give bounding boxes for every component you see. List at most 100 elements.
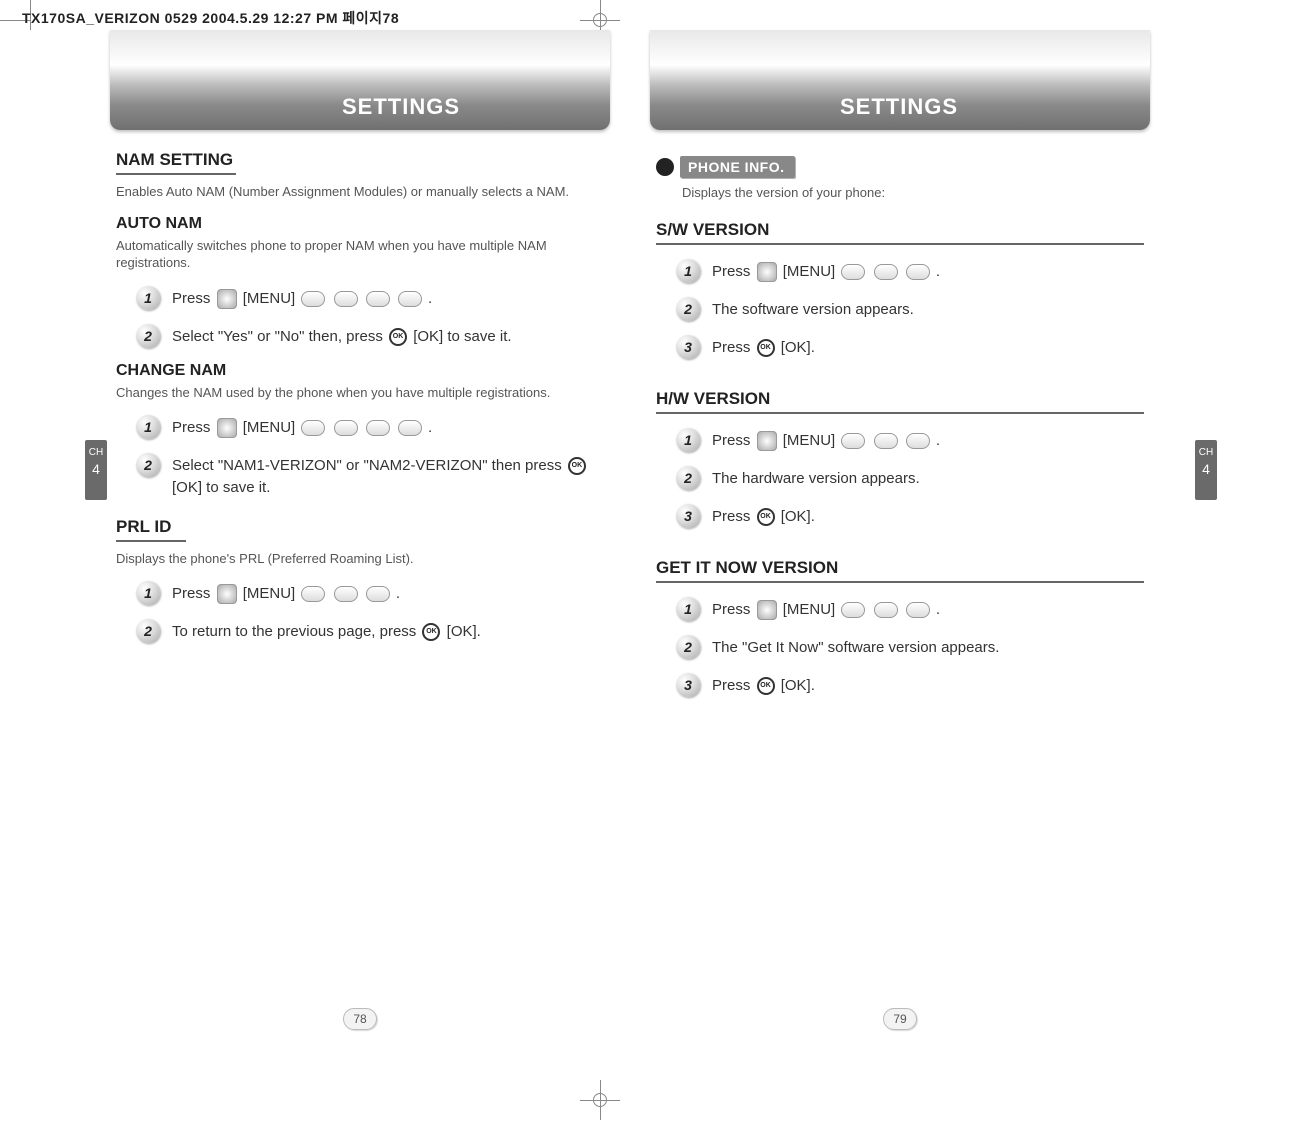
section-get-it-now-title: GET IT NOW VERSION [656,558,1144,583]
step-number-badge: 1 [676,259,700,283]
softkey-icon [874,264,898,280]
step-number-badge: 1 [136,581,160,605]
step-word: . [428,419,432,436]
step-text: Press [MENU] . [712,259,940,283]
step-word: [OK] to save it. [172,479,270,496]
step-number-badge: 2 [676,635,700,659]
phone-info-tag: PHONE INFO. [656,156,795,178]
section-hw-version-title: H/W VERSION [656,389,1144,414]
step-word: . [936,263,940,280]
list-item: 2 To return to the previous page, press … [136,619,604,643]
step-text: The software version appears. [712,297,914,321]
softkey-icon [906,264,930,280]
section-auto-nam-desc: Automatically switches phone to proper N… [116,237,604,272]
banner-title: SETTINGS [110,94,610,120]
softkey-icon [301,420,325,436]
ok-key-icon: OK [757,677,775,695]
step-word: Press [172,585,210,602]
list-item: 3 Press OK [OK]. [676,673,1144,697]
step-word: Select "Yes" or "No" then, press [172,328,383,345]
step-number-badge: 3 [676,673,700,697]
step-number-badge: 1 [136,415,160,439]
bullet-icon [656,158,674,176]
step-word: [MENU] [783,263,836,280]
step-text: Press [MENU] . [172,286,432,310]
step-text: Press OK [OK]. [712,335,815,359]
softkey-icon [841,433,865,449]
manual-page-left: SETTINGS NAM SETTING Enables Auto NAM (N… [110,30,610,1030]
softkey-icon [874,602,898,618]
step-word: Press [712,432,750,449]
step-word: [MENU] [243,290,296,307]
step-word: [MENU] [783,432,836,449]
page-number: 79 [883,1008,917,1030]
chapter-label: CH [1195,446,1217,459]
registration-mark-icon [580,1080,620,1120]
step-text: Press [MENU] . [712,428,940,452]
softkey-icon [398,420,422,436]
step-text: Press [MENU] . [172,581,400,605]
step-word: Press [172,290,210,307]
page-banner: SETTINGS [650,30,1150,130]
softkey-icon [334,586,358,602]
step-text: Press [MENU] . [172,415,432,439]
step-number-badge: 2 [136,619,160,643]
step-word: [OK]. [781,339,815,356]
step-number-badge: 1 [676,428,700,452]
ok-key-icon: OK [757,339,775,357]
nav-key-icon [757,262,777,282]
step-word: Press [712,601,750,618]
step-number-badge: 2 [676,466,700,490]
softkey-icon [874,433,898,449]
list-item: 2 The software version appears. [676,297,1144,321]
nav-key-icon [217,584,237,604]
section-change-nam-title: CHANGE NAM [116,362,604,380]
step-word: [MENU] [243,585,296,602]
step-text: Press [MENU] . [712,597,940,621]
step-word: Press [712,677,750,694]
step-word: . [428,290,432,307]
step-text: Press OK [OK]. [712,673,815,697]
softkey-icon [334,291,358,307]
softkey-icon [334,420,358,436]
list-item: 2 The hardware version appears. [676,466,1144,490]
step-text: The hardware version appears. [712,466,920,490]
ok-key-icon: OK [757,508,775,526]
step-word: [OK]. [781,677,815,694]
section-prl-id-title: PRL ID [116,517,186,542]
step-number-badge: 3 [676,335,700,359]
nav-key-icon [757,431,777,451]
ok-key-icon: OK [422,623,440,641]
list-item: 1 Press [MENU] . [676,428,1144,452]
step-word: Press [172,419,210,436]
list-item: 3 Press OK [OK]. [676,335,1144,359]
list-item: 1 Press [MENU] . [136,581,604,605]
ok-key-icon: OK [389,328,407,346]
manual-page-right: SETTINGS PHONE INFO. Displays the versio… [650,30,1150,1030]
step-text: To return to the previous page, press OK… [172,619,481,643]
list-item: 2 The "Get It Now" software version appe… [676,635,1144,659]
chapter-label: CH [85,446,107,459]
step-text: Select "NAM1-VERIZON" or "NAM2-VERIZON" … [172,453,604,499]
step-number-badge: 2 [136,324,160,348]
chapter-tab-left: CH 4 [85,440,107,500]
ok-key-icon: OK [568,457,586,475]
step-word: Select "NAM1-VERIZON" or "NAM2-VERIZON" … [172,457,562,474]
softkey-icon [398,291,422,307]
list-item: 2 Select "Yes" or "No" then, press OK [O… [136,324,604,348]
section-nam-setting-title: NAM SETTING [116,150,236,175]
section-prl-id-desc: Displays the phone's PRL (Preferred Roam… [116,550,604,568]
step-word: To return to the previous page, press [172,623,416,640]
step-word: Press [712,263,750,280]
nav-key-icon [217,418,237,438]
section-nam-setting-desc: Enables Auto NAM (Number Assignment Modu… [116,183,604,201]
step-text: Select "Yes" or "No" then, press OK [OK]… [172,324,512,348]
chapter-number: 4 [85,463,107,476]
step-word: Press [712,339,750,356]
page-number: 78 [343,1008,377,1030]
step-word: . [936,601,940,618]
softkey-icon [301,586,325,602]
softkey-icon [301,291,325,307]
chapter-tab-right: CH 4 [1195,440,1217,500]
step-text: Press OK [OK]. [712,504,815,528]
